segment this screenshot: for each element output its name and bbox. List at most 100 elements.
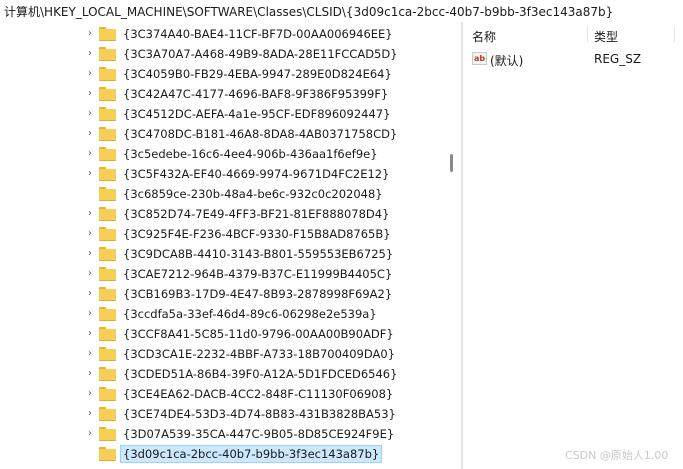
- tree-item[interactable]: › {3C852D74-7E49-4FF3-BF21-81EF888078D4}: [0, 204, 440, 224]
- expand-chevron-icon[interactable]: ›: [84, 428, 96, 440]
- expand-chevron-icon[interactable]: ›: [84, 228, 96, 240]
- tree-item[interactable]: › {3c5edebe-16c6-4ee4-906b-436aa1f6ef9e}: [0, 144, 440, 164]
- value-row[interactable]: ab (默认) REG_SZ: [463, 50, 683, 70]
- tree-item[interactable]: › {3CE74DE4-53D3-4D74-8B83-431B3828BA53}: [0, 404, 440, 424]
- address-bar[interactable]: 计算机\HKEY_LOCAL_MACHINE\SOFTWARE\Classes\…: [0, 0, 683, 22]
- tree-item[interactable]: › {3C9DCA8B-4410-3143-B801-559553EB6725}: [0, 244, 440, 264]
- tree-item-label[interactable]: {3C852D74-7E49-4FF3-BF21-81EF888078D4}: [121, 206, 391, 222]
- tree-item[interactable]: › {3C4708DC-B181-46A8-8DA8-4AB0371758CD}: [0, 124, 440, 144]
- tree-item-label[interactable]: {3CD3CA1E-2232-4BBF-A733-18B700409DA0}: [121, 346, 397, 362]
- tree-item-label[interactable]: {3C3A70A7-A468-49B9-8ADA-28E11FCCAD5D}: [121, 46, 400, 62]
- tree-item[interactable]: › {3C374A40-BAE4-11CF-BF7D-00AA006946EE}: [0, 24, 440, 44]
- folder-icon: [99, 267, 116, 281]
- expand-chevron-icon[interactable]: ›: [84, 68, 96, 80]
- expand-chevron-icon[interactable]: ›: [84, 108, 96, 120]
- column-divider[interactable]: [674, 26, 675, 42]
- tree-item-label[interactable]: {3D07A539-35CA-447C-9B05-8D85CE924F9E}: [121, 426, 396, 442]
- tree-item[interactable]: › {3C3A70A7-A468-49B9-8ADA-28E11FCCAD5D}: [0, 44, 440, 64]
- expand-chevron-icon[interactable]: ›: [84, 348, 96, 360]
- expand-chevron-icon[interactable]: [84, 188, 96, 200]
- tree-item[interactable]: › {3CDED51A-86B4-39F0-A12A-5D1FDCED6546}: [0, 364, 440, 384]
- value-type: REG_SZ: [594, 52, 642, 66]
- tree-item-label[interactable]: {3C4059B0-FB29-4EBA-9947-289E0D824E64}: [121, 66, 394, 82]
- watermark: CSDN @原始人1.00: [565, 449, 669, 462]
- tree-item-label[interactable]: {3C925F4E-F236-4BCF-9330-F15B8AD8765B}: [121, 226, 393, 242]
- tree-item[interactable]: › {3CCF8A41-5C85-11d0-9796-00AA00B90ADF}: [0, 324, 440, 344]
- expand-chevron-icon[interactable]: ›: [84, 48, 96, 60]
- folder-icon: [99, 287, 116, 301]
- tree-item[interactable]: › {3D07A539-35CA-447C-9B05-8D85CE924F9E}: [0, 424, 440, 444]
- tree-item-label[interactable]: {3d09c1ca-2bcc-40b7-b9bb-3f3ec143a87b}: [119, 445, 383, 463]
- folder-icon: [99, 447, 116, 461]
- address-path[interactable]: 计算机\HKEY_LOCAL_MACHINE\SOFTWARE\Classes\…: [4, 5, 613, 19]
- column-divider[interactable]: [587, 26, 588, 42]
- expand-chevron-icon[interactable]: ›: [84, 288, 96, 300]
- expand-chevron-icon[interactable]: ›: [84, 268, 96, 280]
- folder-icon: [99, 187, 116, 201]
- tree-item-label[interactable]: {3C374A40-BAE4-11CF-BF7D-00AA006946EE}: [121, 26, 395, 42]
- folder-icon: [99, 167, 116, 181]
- tree-item[interactable]: › {3CB169B3-17D9-4E47-8B93-2878998F69A2}: [0, 284, 440, 304]
- expand-chevron-icon[interactable]: ›: [84, 208, 96, 220]
- tree-item[interactable]: › {3C5F432A-EF40-4669-9974-9671D4FC2E12}: [0, 164, 440, 184]
- list-header: 名称 类型: [463, 22, 683, 46]
- tree-item-label[interactable]: {3C4512DC-AEFA-4a1e-95CF-EDF896092447}: [121, 106, 392, 122]
- expand-chevron-icon[interactable]: ›: [84, 248, 96, 260]
- tree-item-label[interactable]: {3C42A47C-4177-4696-BAF8-9F386F95399F}: [121, 86, 390, 102]
- folder-icon: [99, 87, 116, 101]
- tree-item-label[interactable]: {3ccdfa5a-33ef-46d4-89c6-06298e2e539a}: [121, 306, 379, 322]
- folder-icon: [99, 227, 116, 241]
- registry-tree[interactable]: › {3C374A40-BAE4-11CF-BF7D-00AA006946EE} ›…: [0, 22, 460, 469]
- folder-icon: [99, 27, 116, 41]
- folder-icon: [99, 427, 116, 441]
- expand-chevron-icon[interactable]: ›: [84, 28, 96, 40]
- tree-item-label[interactable]: {3CE4EA62-DACB-4CC2-848F-C11130F06908}: [121, 386, 395, 402]
- expand-chevron-icon[interactable]: ›: [84, 408, 96, 420]
- value-name: (默认): [490, 54, 524, 68]
- expand-chevron-icon[interactable]: ›: [84, 308, 96, 320]
- tree-scrollbar[interactable]: [446, 22, 458, 469]
- expand-chevron-icon[interactable]: ›: [84, 388, 96, 400]
- folder-icon: [99, 307, 116, 321]
- tree-item[interactable]: › {3C4512DC-AEFA-4a1e-95CF-EDF896092447}: [0, 104, 440, 124]
- values-list[interactable]: 名称 类型 ab (默认) REG_SZ: [463, 22, 683, 469]
- tree-item[interactable]: › {3CAE7212-964B-4379-B37C-E11999B4405C}: [0, 264, 440, 284]
- tree-item-label[interactable]: {3CB169B3-17D9-4E47-8B93-2878998F69A2}: [121, 286, 394, 302]
- column-header-type[interactable]: 类型: [594, 28, 618, 45]
- tree-item-label[interactable]: {3CCF8A41-5C85-11d0-9796-00AA00B90ADF}: [121, 326, 396, 342]
- tree-item-label[interactable]: {3CAE7212-964B-4379-B37C-E11999B4405C}: [121, 266, 394, 282]
- string-value-icon: ab: [472, 52, 487, 65]
- tree-item-label[interactable]: {3C4708DC-B181-46A8-8DA8-4AB0371758CD}: [121, 126, 399, 142]
- expand-chevron-icon[interactable]: ›: [84, 168, 96, 180]
- column-header-name[interactable]: 名称: [472, 28, 496, 45]
- tree-item[interactable]: › {3C4059B0-FB29-4EBA-9947-289E0D824E64}: [0, 64, 440, 84]
- tree-item[interactable]: › {3ccdfa5a-33ef-46d4-89c6-06298e2e539a}: [0, 304, 440, 324]
- folder-icon: [99, 327, 116, 341]
- tree-item-label[interactable]: {3CE74DE4-53D3-4D74-8B83-431B3828BA53}: [121, 406, 398, 422]
- tree-item-label[interactable]: {3CDED51A-86B4-39F0-A12A-5D1FDCED6546}: [121, 366, 399, 382]
- expand-chevron-icon[interactable]: ›: [84, 148, 96, 160]
- folder-icon: [99, 247, 116, 261]
- tree-item[interactable]: › {3C42A47C-4177-4696-BAF8-9F386F95399F}: [0, 84, 440, 104]
- tree-item-label[interactable]: {3C5F432A-EF40-4669-9974-9671D4FC2E12}: [121, 166, 391, 182]
- tree-item[interactable]: › {3CE4EA62-DACB-4CC2-848F-C11130F06908}: [0, 384, 440, 404]
- folder-icon: [99, 107, 116, 121]
- tree-item-label[interactable]: {3c5edebe-16c6-4ee4-906b-436aa1f6ef9e}: [121, 146, 380, 162]
- tree-item-label[interactable]: {3c6859ce-230b-48a4-be6c-932c0c202048}: [121, 186, 385, 202]
- folder-icon: [99, 127, 116, 141]
- folder-icon: [99, 387, 116, 401]
- folder-icon: [99, 407, 116, 421]
- tree-item[interactable]: {3c6859ce-230b-48a4-be6c-932c0c202048}: [0, 184, 440, 204]
- expand-chevron-icon[interactable]: ›: [84, 328, 96, 340]
- folder-icon: [99, 347, 116, 361]
- tree-item-label[interactable]: {3C9DCA8B-4410-3143-B801-559553EB6725}: [121, 246, 395, 262]
- expand-chevron-icon[interactable]: ›: [84, 88, 96, 100]
- expand-chevron-icon[interactable]: [84, 448, 96, 460]
- tree-item[interactable]: {3d09c1ca-2bcc-40b7-b9bb-3f3ec143a87b}: [0, 444, 440, 464]
- tree-item[interactable]: › {3CD3CA1E-2232-4BBF-A733-18B700409DA0}: [0, 344, 440, 364]
- tree-item[interactable]: › {3C925F4E-F236-4BCF-9330-F15B8AD8765B}: [0, 224, 440, 244]
- expand-chevron-icon[interactable]: ›: [84, 368, 96, 380]
- folder-icon: [99, 207, 116, 221]
- scrollbar-thumb[interactable]: [450, 154, 453, 172]
- expand-chevron-icon[interactable]: ›: [84, 128, 96, 140]
